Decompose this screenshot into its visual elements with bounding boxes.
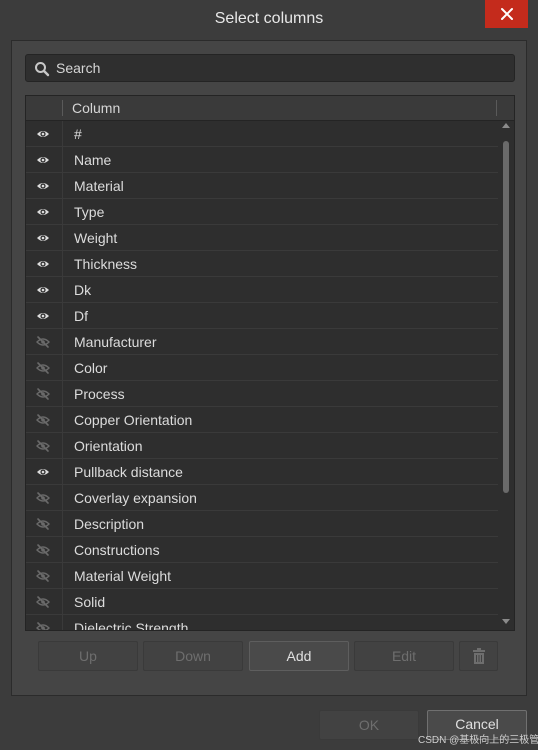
delete-button[interactable] [459, 641, 498, 671]
eye-slash-icon[interactable] [36, 621, 50, 630]
column-divider [62, 121, 63, 630]
row-label: Solid [74, 594, 106, 610]
table-row[interactable]: Color [26, 355, 498, 381]
table-row[interactable]: Weight [26, 225, 498, 251]
eye-slash-icon[interactable] [36, 387, 50, 401]
table-row[interactable]: Manufacturer [26, 329, 498, 355]
close-icon [500, 8, 513, 20]
row-label: Name [74, 152, 112, 168]
eye-icon[interactable] [36, 283, 50, 297]
table-row[interactable]: Material [26, 173, 498, 199]
eye-icon[interactable] [36, 231, 50, 245]
eye-slash-icon[interactable] [36, 439, 50, 453]
eye-slash-icon[interactable] [36, 569, 50, 583]
grid-rows: # Name Material Type Weight Thickness Dk Df Manu… [26, 121, 498, 631]
table-row[interactable]: Process [26, 381, 498, 407]
table-row[interactable]: Description [26, 511, 498, 537]
eye-icon[interactable] [36, 153, 50, 167]
table-row[interactable]: Dielectric Strength [26, 615, 498, 631]
edit-button[interactable]: Edit [354, 641, 454, 671]
row-label: Thickness [74, 256, 138, 272]
eye-icon[interactable] [36, 465, 50, 479]
grid-header: Column [26, 96, 514, 121]
scrollbar-thumb[interactable] [503, 141, 509, 493]
title-bar: Select columns [0, 0, 538, 38]
search-input[interactable] [56, 59, 496, 77]
column-header[interactable]: Column [72, 100, 120, 116]
row-label: Color [74, 360, 108, 376]
header-separator [62, 100, 63, 116]
search-box[interactable] [25, 54, 515, 82]
search-icon [35, 62, 50, 77]
table-row[interactable]: Solid [26, 589, 498, 615]
eye-slash-icon[interactable] [36, 361, 50, 375]
down-button[interactable]: Down [143, 641, 243, 671]
table-row[interactable]: # [26, 121, 498, 147]
eye-slash-icon[interactable] [36, 335, 50, 349]
table-row[interactable]: Name [26, 147, 498, 173]
add-button[interactable]: Add [249, 641, 349, 671]
row-label: Orientation [74, 438, 143, 454]
row-label: Process [74, 386, 125, 402]
table-row[interactable]: Df [26, 303, 498, 329]
table-row[interactable]: Type [26, 199, 498, 225]
table-row[interactable]: Thickness [26, 251, 498, 277]
row-label: Type [74, 204, 105, 220]
table-row[interactable]: Dk [26, 277, 498, 303]
eye-slash-icon[interactable] [36, 595, 50, 609]
eye-slash-icon[interactable] [36, 491, 50, 505]
eye-slash-icon[interactable] [36, 413, 50, 427]
row-label: Coverlay expansion [74, 490, 197, 506]
eye-icon[interactable] [36, 205, 50, 219]
row-label: Material [74, 178, 124, 194]
row-label: Copper Orientation [74, 412, 193, 428]
watermark: CSDN @基极向上的三极管 [418, 735, 538, 746]
columns-panel: Column # Name Material Type Weight Thickness D… [11, 40, 527, 696]
row-label: Manufacturer [74, 334, 157, 350]
header-separator [496, 100, 497, 116]
row-label: Weight [74, 230, 118, 246]
scroll-down-arrow-icon[interactable] [502, 619, 510, 624]
eye-icon[interactable] [36, 309, 50, 323]
table-row[interactable]: Orientation [26, 433, 498, 459]
eye-slash-icon[interactable] [36, 543, 50, 557]
row-label: Pullback distance [74, 464, 183, 480]
table-row[interactable]: Coverlay expansion [26, 485, 498, 511]
trash-icon [472, 648, 485, 664]
ok-button[interactable]: OK [319, 710, 419, 740]
eye-icon[interactable] [36, 257, 50, 271]
row-label: Df [74, 308, 88, 324]
dialog-title: Select columns [214, 10, 324, 27]
row-label: Constructions [74, 542, 160, 558]
row-label: Description [74, 516, 145, 532]
row-label: Dielectric Strength [74, 620, 189, 631]
up-button[interactable]: Up [38, 641, 138, 671]
columns-grid: Column # Name Material Type Weight Thickness D… [25, 95, 515, 631]
row-label: Dk [74, 282, 92, 298]
row-label: # [74, 126, 82, 142]
eye-slash-icon[interactable] [36, 517, 50, 531]
eye-icon[interactable] [36, 179, 50, 193]
table-row[interactable]: Constructions [26, 537, 498, 563]
table-row[interactable]: Copper Orientation [26, 407, 498, 433]
row-label: Material Weight [74, 568, 172, 584]
table-row[interactable]: Pullback distance [26, 459, 498, 485]
table-row[interactable]: Material Weight [26, 563, 498, 589]
vertical-scrollbar[interactable] [499, 121, 513, 630]
close-button[interactable] [485, 0, 528, 28]
eye-icon[interactable] [36, 127, 50, 141]
scroll-up-arrow-icon[interactable] [502, 123, 510, 128]
